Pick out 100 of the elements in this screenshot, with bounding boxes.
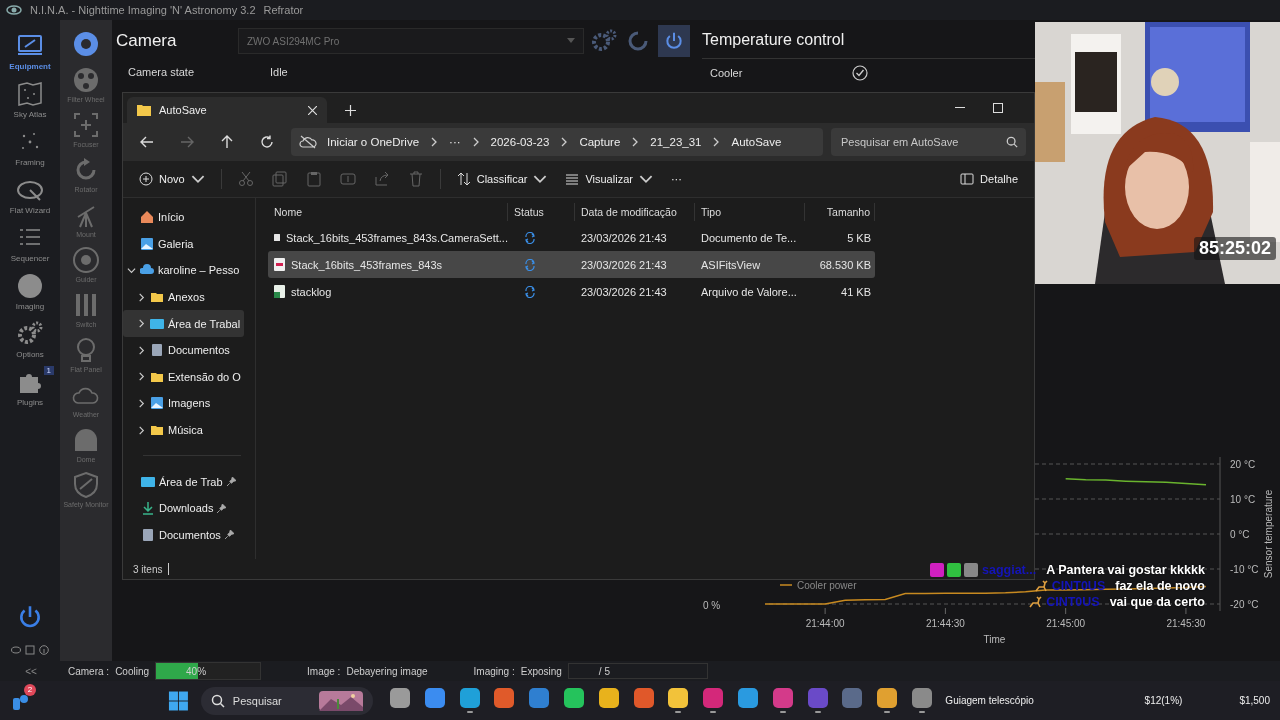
app-logo-icon: [6, 2, 22, 18]
download-icon: [141, 501, 155, 516]
plus-icon: [344, 104, 356, 116]
nav-tab[interactable]: Equipment: [0, 30, 60, 73]
search-field[interactable]: Pesquisar em AutoSave: [831, 128, 1026, 156]
deer-icon: [1033, 579, 1048, 593]
profile-name: Refrator: [263, 4, 304, 16]
new-button[interactable]: Novo: [133, 168, 211, 190]
nav-tab[interactable]: Framing: [0, 126, 60, 169]
nav-item[interactable]: Documentos: [123, 336, 243, 364]
eye-icon[interactable]: [11, 645, 21, 655]
nav-item[interactable]: Início: [123, 204, 243, 231]
nav-item[interactable]: Imagens: [123, 390, 243, 417]
nav-tab[interactable]: Flat Wizard: [0, 174, 60, 217]
table-cell-text: 23/03/2026 21:43: [580, 258, 668, 271]
more-button[interactable]: ···: [664, 169, 688, 189]
nav-item[interactable]: Galeria: [123, 230, 243, 258]
breadcrumb[interactable]: ···: [445, 136, 465, 148]
share-icon[interactable]: [373, 171, 390, 187]
file-row[interactable]: Stack_16bits_453frames_843s.CameraSett... 23/03/2026 21:43 Documento de Te... 5 KB: [268, 224, 875, 251]
column-header[interactable]: Nome: [268, 203, 508, 221]
table-cell-text: 5 KB: [846, 231, 872, 244]
expand-chevron-icon: [137, 398, 146, 408]
field-value: Idle: [270, 66, 288, 78]
plus-circle-icon: [139, 172, 153, 186]
nav-item[interactable]: Extensão do O: [123, 363, 245, 391]
axis-tick-label: 0 %: [703, 600, 721, 611]
panel-title: Camera: [116, 31, 178, 51]
windows-start-icon[interactable]: [168, 689, 189, 712]
panel-icon: [960, 172, 975, 186]
taskbar-label: $1,500: [1239, 695, 1270, 706]
column-header[interactable]: Tipo: [695, 203, 805, 221]
breadcrumb[interactable]: AutoSave: [727, 136, 786, 148]
status-value: Debayering image: [346, 665, 428, 677]
axis-tick-label: 21:44:30: [925, 618, 965, 629]
nav-tab[interactable]: Imaging: [0, 270, 60, 313]
details-button[interactable]: Detalhe: [954, 168, 1024, 190]
sync-icon: [524, 285, 536, 298]
file-row[interactable]: stacklog 23/03/2026 21:43 Arquivo de Valore... 41 KB: [268, 278, 875, 305]
table-cell-text: 23/03/2026 21:43: [580, 285, 668, 298]
nav-item[interactable]: Área de Trab: [123, 468, 243, 495]
file-name: stacklog: [268, 285, 508, 298]
sort-button[interactable]: Classificar: [450, 168, 554, 190]
lines-icon: [565, 172, 580, 186]
sync-icon: [524, 231, 536, 244]
book-icon[interactable]: [25, 645, 35, 655]
dome-icon: [72, 426, 100, 454]
back-arrow-icon: [140, 136, 154, 148]
table-cell-text: ASIFitsView: [700, 258, 762, 271]
column-header[interactable]: Tamanho: [805, 203, 875, 221]
column-header[interactable]: Data de modificação: [575, 203, 695, 221]
expand-chevron-icon: [137, 372, 146, 382]
clipboard-icon[interactable]: [305, 171, 322, 187]
power-icon[interactable]: [17, 604, 43, 630]
taskbar-search[interactable]: Pesquisar: [200, 686, 373, 715]
pin-icon: [217, 503, 227, 513]
info-icon[interactable]: [39, 645, 49, 655]
address-bar[interactable]: Iniciar o OneDrive ··· 2026-03-23 Capture 21_23_31 AutoSave: [291, 128, 823, 156]
axis-title: Time: [983, 634, 1006, 645]
nav-item[interactable]: Área de Trabal: [123, 310, 245, 337]
search-icon: [1006, 136, 1018, 148]
image-icon: [140, 236, 154, 251]
crosshair-icon: [72, 246, 100, 274]
breadcrumb[interactable]: Iniciar o OneDrive: [323, 136, 424, 148]
scissors-icon[interactable]: [237, 171, 254, 187]
nav-tab[interactable]: Plugins 1: [0, 366, 60, 409]
nav-item[interactable]: Anexos: [123, 283, 243, 311]
axis-tick-label: -20 °C: [1230, 599, 1259, 610]
maximize-icon: [993, 103, 1003, 113]
collapse-button[interactable]: <<: [0, 664, 62, 678]
breadcrumb[interactable]: 21_23_31: [646, 136, 706, 148]
taskbar-label: $12(1%): [1143, 695, 1184, 706]
axis-tick-label: 21:45:00: [1046, 618, 1086, 629]
breadcrumb[interactable]: 2026-03-23: [486, 136, 554, 148]
nav-tab[interactable]: Options: [0, 318, 60, 361]
nav-item[interactable]: Documentos: [123, 521, 243, 549]
chart-legend: Cooler power: [779, 580, 857, 591]
chat-message: vai que da certo: [1109, 595, 1205, 609]
axis-tick-label: 21:45:30: [1166, 618, 1206, 629]
nav-item[interactable]: Música: [123, 416, 243, 444]
field-label: Camera state: [128, 66, 196, 78]
panel-title: Temperature control: [702, 31, 845, 49]
shield-icon: [72, 471, 100, 499]
breadcrumb[interactable]: Capture: [575, 136, 625, 148]
file-row[interactable]: Stack_16bits_453frames_843s 23/03/2026 21:43 ASIFitsView 68.530 KB: [268, 251, 875, 278]
trash-icon[interactable]: [407, 171, 424, 187]
nav-item[interactable]: Downloads: [123, 494, 243, 522]
nav-tab[interactable]: Sequencer: [0, 222, 60, 265]
device-dropdown[interactable]: ZWO ASI294MC Pro: [238, 28, 584, 54]
view-button[interactable]: Visualizar: [559, 168, 659, 190]
exposure-count: / 5: [567, 663, 708, 679]
search-icon: [210, 693, 225, 708]
axis-tick-label: -10 °C: [1230, 564, 1259, 575]
nav-tab[interactable]: Sky Atlas: [0, 78, 60, 121]
expand-chevron-icon: [137, 345, 146, 355]
column-header[interactable]: Status: [508, 203, 575, 221]
window-tab[interactable]: AutoSave: [127, 97, 327, 123]
connect-button[interactable]: [658, 25, 690, 57]
close-icon[interactable]: [308, 105, 317, 115]
nav-item[interactable]: karoline – Pesso: [123, 257, 244, 284]
